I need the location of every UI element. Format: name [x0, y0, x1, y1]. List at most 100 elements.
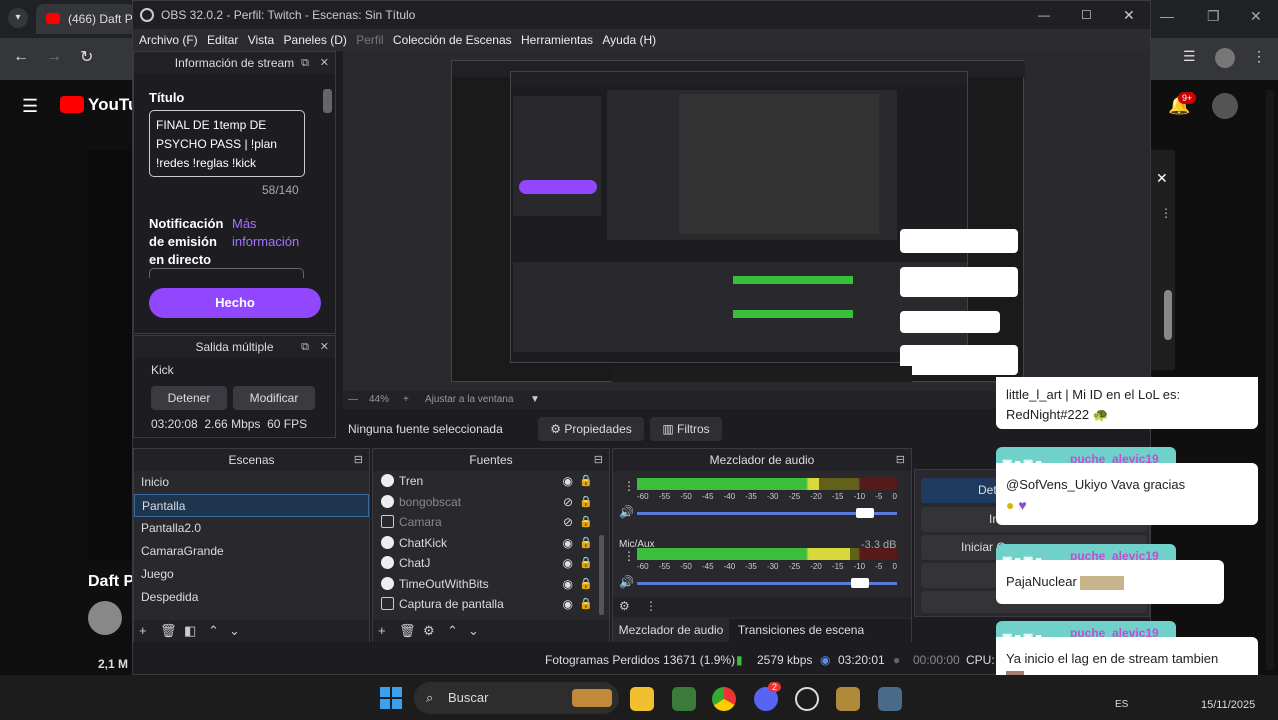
zoom-dropdown-icon[interactable]: ▼ [530, 391, 540, 409]
zoom-in-icon[interactable]: + [403, 391, 409, 409]
source-item[interactable]: Tren ◉ 🔒 [373, 471, 609, 492]
browser-tab[interactable]: (466) Daft Pu [36, 4, 136, 34]
more-info-link[interactable]: Más información [232, 215, 322, 251]
source-item[interactable]: ChatJ ◉ 🔒 [373, 553, 609, 574]
add-scene-icon[interactable]: + [139, 620, 147, 642]
volume-slider[interactable] [637, 508, 897, 518]
dock-close-icon[interactable]: ✕ [320, 336, 329, 358]
source-item[interactable]: TimeOutWithBits ◉ 🔒 [373, 574, 609, 595]
panel-more-icon[interactable]: ⋮ [1160, 206, 1172, 220]
close-icon[interactable]: ✕ [1250, 8, 1262, 25]
menu-perfil[interactable]: Perfil [356, 29, 383, 51]
lock-icon[interactable]: 🔒 [579, 471, 593, 491]
zoom-out-icon[interactable]: — [348, 391, 358, 409]
tab-list-chevron-icon[interactable]: ▾ [8, 8, 28, 28]
preview-canvas[interactable] [451, 60, 1025, 382]
obs-taskbar-icon[interactable] [795, 687, 819, 711]
volume-slider[interactable] [637, 578, 897, 588]
chrome-icon[interactable] [712, 687, 736, 711]
eye-icon[interactable]: ◉ [563, 553, 573, 573]
dock-float-icon[interactable]: ⧉ [301, 52, 309, 74]
profile-avatar[interactable] [1215, 48, 1235, 68]
scene-item[interactable]: Pantalla [134, 494, 369, 517]
taskbar-search[interactable]: ⌕ Buscar [414, 682, 619, 714]
source-item[interactable]: ChatKick ◉ 🔒 [373, 533, 609, 554]
scene-filters-icon[interactable]: ◧ [184, 620, 196, 642]
obs-close-icon[interactable]: ✕ [1123, 1, 1135, 29]
sources-scrollbar[interactable] [599, 535, 604, 615]
modify-button[interactable]: Modificar [233, 386, 315, 410]
speaker-icon[interactable]: 🔊 [619, 575, 634, 589]
stop-button[interactable]: Detener [151, 386, 227, 410]
fit-window-label[interactable]: Ajustar a la ventana [425, 391, 513, 409]
add-source-icon[interactable]: + [378, 620, 386, 642]
app3-icon[interactable] [878, 687, 902, 711]
properties-button[interactable]: ⚙ Propiedades [538, 417, 644, 441]
menu-ayuda[interactable]: Ayuda (H) [602, 29, 656, 51]
scene-item[interactable]: Despedida [134, 586, 369, 609]
start-icon[interactable] [380, 687, 402, 709]
obs-minimize-icon[interactable]: — [1038, 1, 1050, 29]
channel-avatar[interactable] [88, 601, 122, 635]
menu-herramientas[interactable]: Herramientas [521, 29, 593, 51]
menu-editar[interactable]: Editar [207, 29, 238, 51]
reload-icon[interactable]: ↻ [80, 47, 93, 67]
dock-float-icon[interactable]: ⧉ [301, 336, 309, 358]
eye-icon[interactable]: ◉ [563, 594, 573, 614]
scene-item[interactable]: Inicio [134, 471, 369, 494]
panel-scrollbar-thumb[interactable] [1164, 290, 1172, 340]
lock-icon[interactable]: 🔒 [579, 594, 593, 614]
eye-icon[interactable]: ◉ [563, 574, 573, 594]
obs-maximize-icon[interactable]: ☐ [1081, 1, 1092, 29]
move-up-icon[interactable]: ⌃ [208, 620, 219, 642]
mixer-settings-icon[interactable]: ⚙ [619, 599, 630, 613]
move-up-icon[interactable]: ⌃ [447, 620, 458, 642]
lock-icon[interactable]: 🔒 [579, 512, 593, 532]
scene-item[interactable]: CamaraGrande [134, 540, 369, 563]
done-button[interactable]: Hecho [149, 288, 321, 318]
language-indicator[interactable]: ES [1115, 699, 1128, 710]
source-item[interactable]: bongobscat ⊘ 🔒 [373, 492, 609, 513]
stream-info-scrollbar[interactable] [323, 89, 332, 113]
lock-icon[interactable]: 🔒 [579, 533, 593, 553]
eye-icon[interactable]: ◉ [563, 533, 573, 553]
scene-item[interactable]: Juego [134, 563, 369, 586]
remove-source-icon[interactable]: 🗑 [399, 620, 416, 642]
system-date[interactable]: 15/11/2025 [1201, 699, 1255, 711]
panel-close-icon[interactable]: ✕ [1156, 170, 1168, 187]
forward-icon[interactable]: → [46, 48, 62, 66]
app-icon[interactable] [672, 687, 696, 711]
back-icon[interactable]: ← [13, 48, 29, 66]
eye-icon[interactable]: ◉ [563, 471, 573, 491]
source-item[interactable]: Camara ⊘ 🔒 [373, 512, 609, 533]
tab-audio-mixer[interactable]: Mezclador de audio [613, 619, 729, 642]
preview-area[interactable] [343, 51, 1150, 391]
scene-item[interactable]: Pantalla2.0 [134, 517, 369, 540]
dock-menu-icon[interactable]: ⊟ [594, 449, 603, 471]
dock-menu-icon[interactable]: ⊟ [896, 449, 905, 471]
volume-knob[interactable] [856, 508, 874, 518]
dock-close-icon[interactable]: ✕ [320, 52, 329, 74]
hamburger-menu-icon[interactable]: ☰ [22, 96, 38, 117]
dock-menu-icon[interactable]: ⊟ [354, 449, 363, 471]
volume-knob[interactable] [851, 578, 869, 588]
mixer-more-icon[interactable]: ⋮ [645, 599, 657, 613]
source-item[interactable]: Captura de pantalla ◉ 🔒 [373, 594, 609, 615]
minimize-icon[interactable]: — [1160, 8, 1174, 24]
channel-menu-icon[interactable]: ⋮ [623, 549, 635, 563]
file-explorer-icon[interactable] [630, 687, 654, 711]
move-down-icon[interactable]: ⌄ [468, 620, 479, 642]
media-icon[interactable]: ☰ [1183, 48, 1196, 65]
menu-coleccion[interactable]: Colección de Escenas [393, 29, 512, 51]
browser-menu-icon[interactable]: ⋮ [1252, 48, 1266, 65]
eye-hidden-icon[interactable]: ⊘ [563, 492, 573, 512]
menu-vista[interactable]: Vista [248, 29, 274, 51]
app2-icon[interactable] [836, 687, 860, 711]
yt-avatar[interactable] [1212, 93, 1238, 119]
title-input[interactable]: FINAL DE 1temp DE PSYCHO PASS | !plan !r… [149, 110, 305, 177]
page-scrollbar[interactable] [1266, 90, 1274, 670]
menu-paneles[interactable]: Paneles (D) [284, 29, 347, 51]
filters-button[interactable]: ▥ Filtros [650, 417, 722, 441]
channel-menu-icon[interactable]: ⋮ [623, 479, 635, 493]
notif-input[interactable] [149, 268, 304, 278]
